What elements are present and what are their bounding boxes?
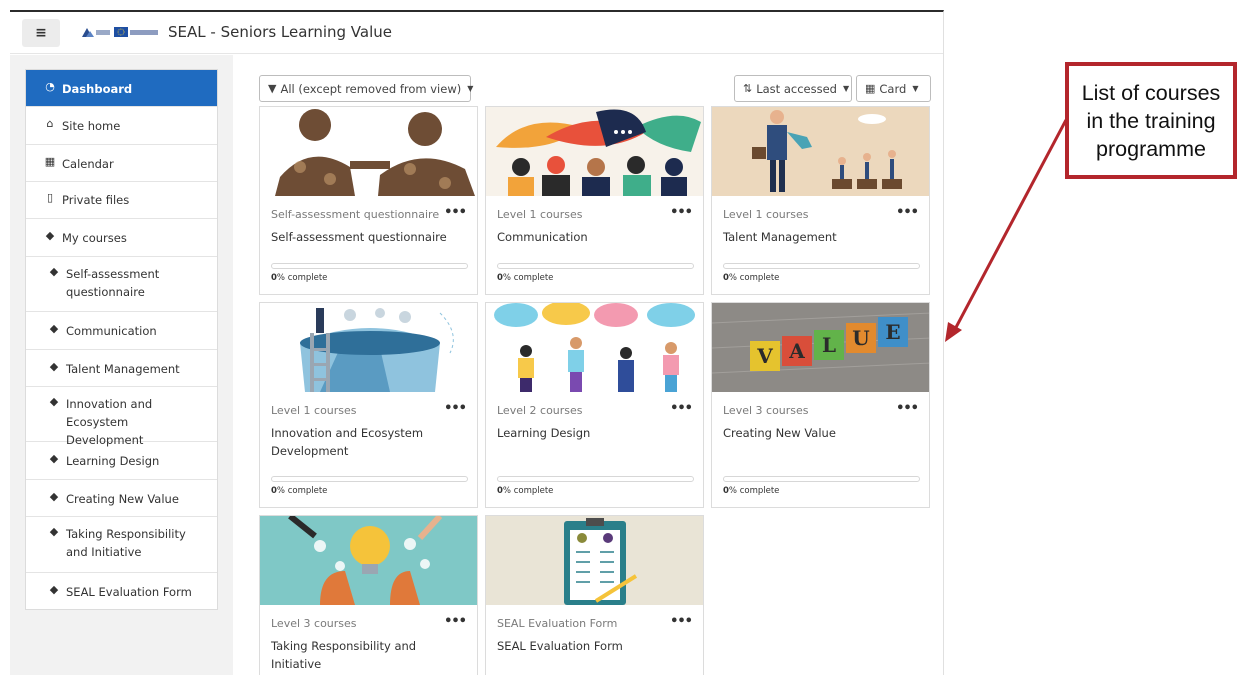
course-card[interactable]: Level 2 courses ••• Learning Design 0% c… (485, 302, 704, 508)
chevron-down-icon: ▼ (912, 84, 919, 93)
graduation-cap-icon: ◆ (49, 322, 59, 335)
more-options-icon[interactable]: ••• (444, 205, 467, 220)
course-image (486, 107, 703, 196)
dashboard-icon: ◔ (45, 80, 55, 93)
graduation-cap-icon: ◆ (49, 490, 59, 503)
site-title: SEAL - Seniors Learning Value (168, 23, 392, 41)
filter-icon: ▼ (268, 82, 277, 95)
sidebar-item-innovation[interactable]: ◆ Innovation and Ecosystem Development (26, 387, 217, 447)
progress-text: 0% complete (497, 486, 554, 496)
course-image (260, 303, 477, 392)
course-card[interactable]: Level 3 courses ••• Taking Responsibilit… (259, 515, 478, 675)
progress-bar (723, 476, 920, 482)
svg-text:V: V (756, 344, 773, 368)
sidebar-item-learning-design[interactable]: ◆ Learning Design (26, 442, 217, 480)
more-options-icon[interactable]: ••• (670, 401, 693, 416)
graduation-cap-icon: ◆ (49, 525, 59, 538)
more-options-icon[interactable]: ••• (670, 205, 693, 220)
filter-dropdown[interactable]: ▼ All (except removed from view) ▼ (259, 75, 474, 102)
sidebar-item-communication[interactable]: ◆ Communication (26, 312, 217, 350)
chevron-down-icon: ▼ (467, 84, 474, 93)
course-card[interactable]: Level 1 courses ••• Communication 0% com… (485, 106, 704, 295)
more-options-icon[interactable]: ••• (670, 614, 693, 629)
home-icon: ⌂ (46, 117, 54, 130)
chevron-down-icon: ▼ (842, 84, 850, 93)
sidebar-nav: ◔ Dashboard ⌂ Site home ▦ Calendar ▯ Pri… (25, 69, 218, 610)
course-card[interactable]: Level 1 courses ••• Talent Management 0%… (711, 106, 930, 295)
course-card[interactable]: SEAL Evaluation Form ••• SEAL Evaluation… (485, 515, 704, 675)
more-options-icon[interactable]: ••• (444, 614, 467, 629)
sidebar-item-talent-management[interactable]: ◆ Talent Management (26, 350, 217, 387)
file-icon: ▯ (46, 191, 54, 204)
course-image: V A L U E (712, 303, 929, 392)
sidebar-item-calendar[interactable]: ▦ Calendar (26, 145, 217, 182)
progress-text: 0% complete (271, 486, 328, 496)
graduation-cap-icon: ◆ (49, 395, 59, 408)
course-image (486, 516, 703, 605)
svg-text:U: U (852, 326, 869, 350)
progress-bar (271, 263, 468, 269)
sidebar-item-site-home[interactable]: ⌂ Site home (26, 107, 217, 145)
sidebar-item-private-files[interactable]: ▯ Private files (26, 182, 217, 219)
sidebar-item-self-assessment[interactable]: ◆ Self-assessment questionnaire (26, 257, 217, 312)
seal-erasmus-logo (82, 27, 158, 37)
browser-window: ≡ SEAL - Seniors Learning Value ◔ Dashbo… (10, 10, 944, 675)
course-card[interactable]: Level 1 courses ••• Innovation and Ecosy… (259, 302, 478, 508)
sidebar-item-my-courses[interactable]: ◆ My courses (26, 219, 217, 257)
progress-bar (497, 263, 694, 269)
svg-text:A: A (788, 339, 805, 363)
progress-bar (497, 476, 694, 482)
top-navbar: ≡ SEAL - Seniors Learning Value (10, 12, 943, 54)
more-options-icon[interactable]: ••• (896, 401, 919, 416)
grid-icon: ▦ (865, 82, 876, 95)
graduation-cap-icon: ◆ (49, 360, 59, 373)
graduation-cap-icon: ◆ (49, 583, 59, 596)
graduation-cap-icon: ◆ (49, 265, 59, 278)
sort-dropdown[interactable]: ⇅ Last accessed ▼ (734, 75, 852, 102)
sidebar-item-taking-responsibility[interactable]: ◆ Taking Responsibility and Initiative (26, 517, 217, 573)
graduation-cap-icon: ◆ (49, 452, 59, 465)
progress-text: 0% complete (271, 273, 328, 283)
sidebar-item-creating-new-value[interactable]: ◆ Creating New Value (26, 480, 217, 517)
sidebar-item-dashboard[interactable]: ◔ Dashboard (26, 70, 217, 107)
course-image (260, 107, 477, 196)
svg-text:L: L (822, 333, 836, 357)
sort-icon: ⇅ (743, 82, 753, 95)
progress-text: 0% complete (723, 273, 780, 283)
calendar-icon: ▦ (44, 155, 56, 168)
annotation-callout: List of courses in the training programm… (1065, 62, 1237, 179)
sidebar-item-seal-evaluation[interactable]: ◆ SEAL Evaluation Form (26, 573, 217, 610)
more-options-icon[interactable]: ••• (444, 401, 467, 416)
progress-text: 0% complete (723, 486, 780, 496)
progress-bar (271, 476, 468, 482)
hamburger-icon[interactable]: ≡ (22, 19, 60, 47)
course-image (260, 516, 477, 605)
graduation-cap-icon: ◆ (45, 229, 55, 242)
progress-bar (723, 263, 920, 269)
course-image (712, 107, 929, 196)
course-card[interactable]: Self-assessment questionnaire ••• Self-a… (259, 106, 478, 295)
svg-text:E: E (885, 320, 900, 344)
course-image (486, 303, 703, 392)
view-dropdown[interactable]: ▦ Card ▼ (856, 75, 931, 102)
course-card[interactable]: V A L U E Level 3 courses ••• Creating N… (711, 302, 930, 508)
course-overview: ▼ All (except removed from view) ▼ ⇅ Las… (245, 55, 943, 675)
progress-text: 0% complete (497, 273, 554, 283)
more-options-icon[interactable]: ••• (896, 205, 919, 220)
